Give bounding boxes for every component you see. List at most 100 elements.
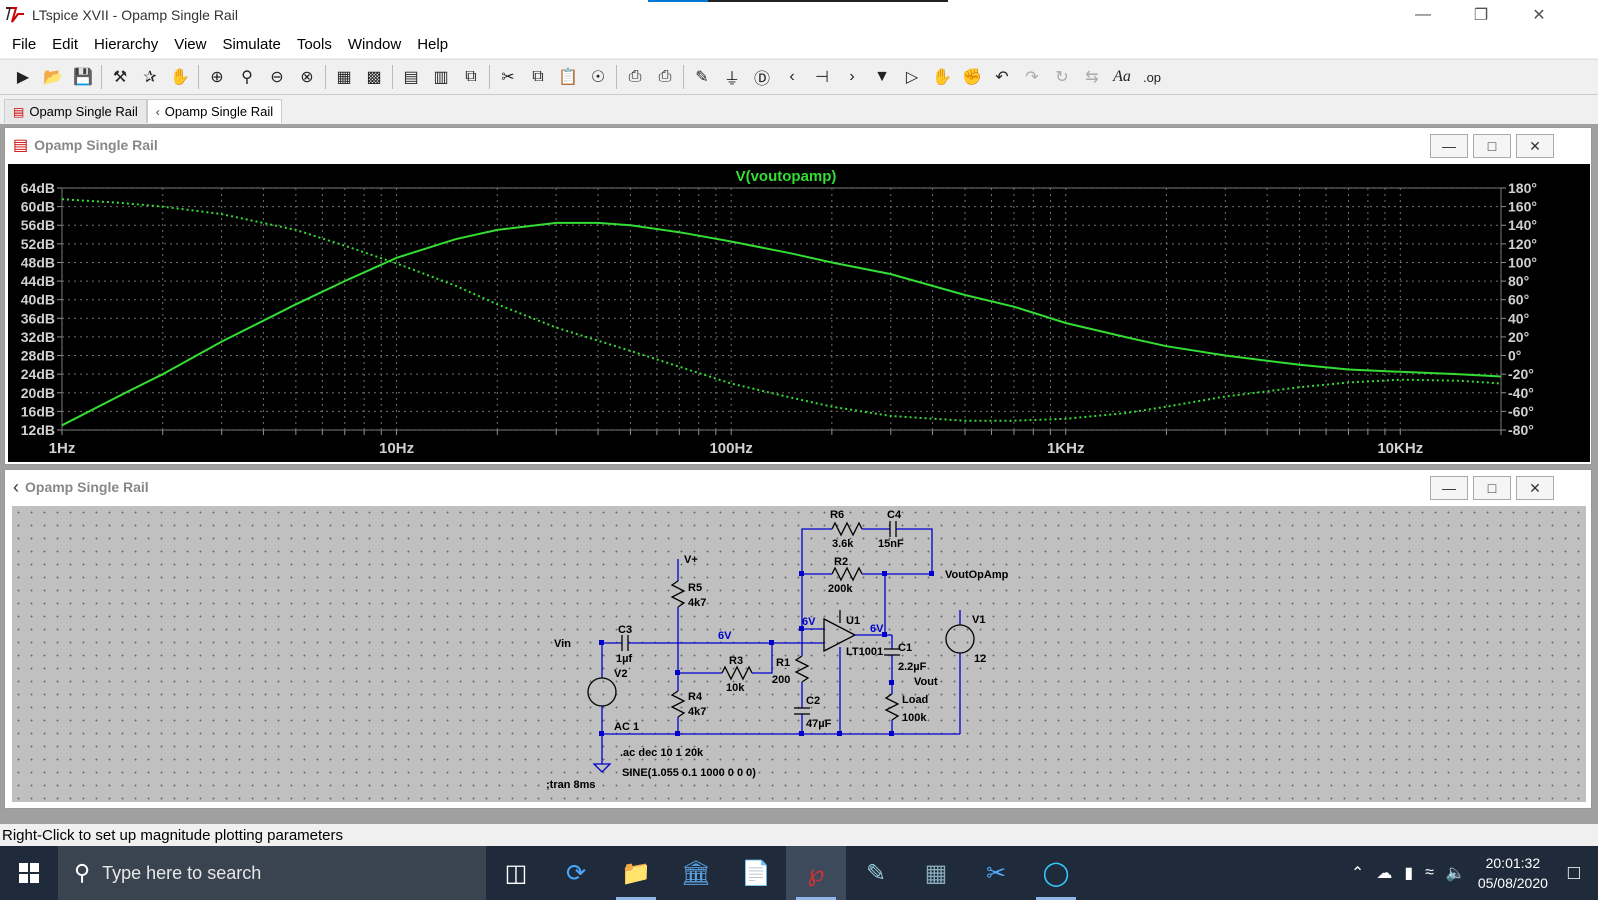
mirror-icon[interactable]: ⇆ [1077,62,1107,92]
search-input[interactable] [102,862,443,884]
waveform-plot[interactable]: 64dB 60dB 56dB 52dB 48dB 44dB 40dB 36dB 32dB 28dB… [8,164,1590,462]
file-explorer-icon[interactable]: 📁 [606,846,666,900]
menu-hierarchy[interactable]: Hierarchy [86,36,166,53]
plot-minimize-button[interactable]: — [1430,134,1468,158]
taskbar-search[interactable]: ⚲ [58,846,486,900]
zoom-out-icon[interactable]: ⊖ [262,62,292,92]
schematic-minimize-button[interactable]: — [1430,476,1468,500]
schematic-maximize-button[interactable]: □ [1473,476,1511,500]
minimize-button[interactable]: — [1394,0,1452,30]
plot-maximize-button[interactable]: □ [1473,134,1511,158]
undo-icon[interactable]: ↶ [987,62,1017,92]
wire[interactable] [896,528,933,574]
c4-value[interactable]: 15nF [878,538,904,550]
open-icon[interactable]: 📂 [38,62,68,92]
battery-icon[interactable]: ▮ [1404,863,1413,883]
schematic-canvas[interactable]: R6 3.6k C4 15nF R2 200k VoutOpAmp V+ R5 … [12,506,1586,802]
spice-directive-icon[interactable]: .op [1137,62,1167,92]
cascade-icon[interactable]: ⧉ [456,62,486,92]
resistor-load[interactable] [884,693,900,721]
sine-directive[interactable]: SINE(1.055 0.1 1000 0 0 0) [622,767,756,779]
c1-label[interactable]: C1 [898,642,912,654]
ltspice-icon[interactable]: ℘ [786,846,846,900]
phase-trace[interactable] [61,198,1502,422]
load-value[interactable]: 100k [902,712,927,724]
r6-value[interactable]: 3.6k [832,538,854,550]
resistor-r4[interactable] [670,690,686,718]
vin-label[interactable]: Vin [554,638,571,650]
wire[interactable] [752,643,773,674]
paste-icon[interactable]: 📋 [553,62,583,92]
menu-window[interactable]: Window [340,36,409,53]
zoom-full-icon[interactable]: ⚲ [232,62,262,92]
cloud-icon[interactable]: ☁ [1376,863,1392,883]
wire[interactable] [801,549,832,575]
menu-edit[interactable]: Edit [44,36,86,53]
r6-label[interactable]: R6 [830,509,844,521]
wire[interactable] [801,528,832,549]
close-button[interactable]: ✕ [1510,0,1568,30]
load-label[interactable]: Load [902,694,928,706]
resistor-r3[interactable] [721,665,753,681]
tile-icon[interactable]: ▩ [359,62,389,92]
bank-icon[interactable]: 🏛 [666,846,726,900]
volume-icon[interactable]: 🔈 [1446,863,1466,883]
autorange-icon[interactable]: ▦ [329,62,359,92]
menu-view[interactable]: View [166,36,214,53]
control-panel-icon[interactable]: ⚒ [105,62,135,92]
c3-value[interactable]: 1µf [616,653,632,665]
v1-label[interactable]: V1 [972,614,985,626]
component-icon[interactable]: ▷ [897,62,927,92]
edge-icon[interactable]: ◯ [1026,846,1086,900]
r5-value[interactable]: 4k7 [688,597,706,609]
diode-icon[interactable]: ▼ [867,62,897,92]
node-voltage-6v[interactable]: 6V [802,616,816,628]
edit-icon[interactable]: ✎ [846,846,906,900]
ground-symbol[interactable] [592,763,612,773]
tile-vertical-icon[interactable]: ▥ [426,62,456,92]
c1-value[interactable]: 2.2µF [898,661,927,673]
resistor-r2[interactable] [831,566,863,582]
vplus-label[interactable]: V+ [684,554,698,566]
capacitor-icon[interactable]: ⊣ [807,62,837,92]
c4-label[interactable]: C4 [887,509,902,521]
r3-label[interactable]: R3 [729,655,743,667]
c2-label[interactable]: C2 [806,695,820,707]
print-icon[interactable]: ⎙ [650,62,680,92]
c2-value[interactable]: 47µF [806,718,832,730]
drag-icon[interactable]: ✊ [957,62,987,92]
zoom-cancel-icon[interactable]: ⊗ [292,62,322,92]
ground-icon[interactable]: ⏚ [717,62,747,92]
menu-tools[interactable]: Tools [289,36,340,53]
voltage-source-v1[interactable] [945,624,975,654]
voltage-source-v2[interactable] [587,677,617,707]
node-voltage-6v[interactable]: 6V [870,623,884,635]
tile-horizontal-icon[interactable]: ▤ [396,62,426,92]
restore-button[interactable]: ❐ [1452,0,1510,30]
chevron-up-icon[interactable]: ⌃ [1351,863,1364,883]
v2-label[interactable]: V2 [614,668,627,680]
move-icon[interactable]: ✋ [927,62,957,92]
r1-value[interactable]: 200 [772,674,790,686]
save-icon[interactable]: 💾 [68,62,98,92]
v2-value[interactable]: AC 1 [614,721,639,733]
wifi-icon[interactable]: ≈ [1425,864,1434,882]
resistor-r1[interactable] [794,655,810,683]
u1-label[interactable]: U1 [846,615,860,627]
pan-icon[interactable]: ✋ [165,62,195,92]
v1-value[interactable]: 12 [974,653,986,665]
tab-waveform[interactable]: ▤ Opamp Single Rail [4,99,147,123]
sync-icon[interactable]: ⟳ [546,846,606,900]
redo-icon[interactable]: ↷ [1017,62,1047,92]
halt-icon[interactable]: ✰ [135,62,165,92]
u1-value[interactable]: LT1001 [846,646,883,658]
r4-value[interactable]: 4k7 [688,706,706,718]
tran-directive[interactable]: ;tran 8ms [546,779,596,791]
copy-icon[interactable]: ⧉ [523,62,553,92]
inductor-icon[interactable]: › [837,62,867,92]
node-voltage-6v[interactable]: 6V [718,630,732,642]
resistor-r6[interactable] [831,521,863,537]
plot-close-button[interactable]: ✕ [1516,134,1554,158]
plot-trace-title[interactable]: V(voutopamp) [736,168,837,185]
label-net-icon[interactable]: Ⓓ [747,62,777,92]
